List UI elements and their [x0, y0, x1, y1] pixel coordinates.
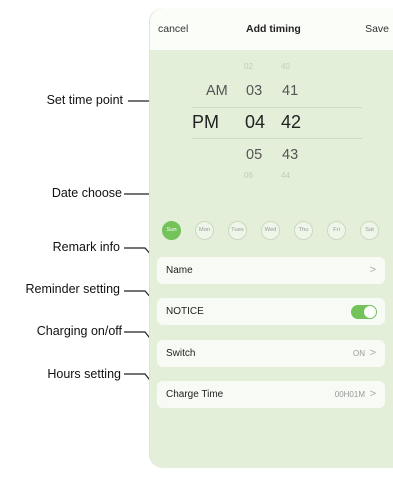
hour-option[interactable]: 06 [244, 171, 253, 180]
save-button[interactable]: Save [365, 23, 389, 35]
name-label: Name [166, 265, 193, 276]
minute-option[interactable]: 43 [282, 147, 298, 163]
hour-option[interactable]: 05 [246, 147, 262, 163]
minute-option[interactable]: 44 [281, 171, 290, 180]
notice-toggle[interactable] [351, 305, 377, 319]
day-sat[interactable]: Sat [360, 221, 379, 240]
charge-time-row[interactable]: Charge Time 00H01M > [157, 381, 385, 408]
switch-value: ON [353, 349, 365, 358]
day-wed[interactable]: Wed [261, 221, 280, 240]
minute-selected[interactable]: 42 [281, 112, 301, 133]
minute-option[interactable]: 40 [281, 62, 290, 71]
day-thu[interactable]: Thu [294, 221, 313, 240]
day-fri[interactable]: Fri [327, 221, 346, 240]
ampm-option-pm[interactable]: PM [192, 112, 219, 133]
day-mon[interactable]: Mon [195, 221, 214, 240]
hour-option[interactable]: 02 [244, 62, 253, 71]
charge-time-label: Charge Time [166, 389, 224, 400]
page-title: Add timing [246, 23, 301, 35]
annotation-hours-setting: Hours setting [47, 367, 121, 381]
ampm-option-am[interactable]: AM [206, 83, 228, 99]
hour-option[interactable]: 03 [246, 83, 262, 99]
switch-label: Switch [166, 348, 196, 359]
toggle-knob [364, 306, 376, 318]
charge-time-value: 00H01M [334, 390, 365, 399]
day-sun[interactable]: Sun [162, 221, 181, 240]
annotation-reminder-setting: Reminder setting [25, 282, 121, 296]
chevron-right-icon: > [369, 388, 376, 400]
weekday-selector: Sun Mon Tues Wed Thu Fri Sat [162, 221, 384, 241]
annotation-date-choose: Date choose [51, 186, 122, 200]
chevron-right-icon: > [369, 347, 376, 359]
annotation-set-time-point: Set time point [46, 93, 123, 107]
cancel-button[interactable]: cancel [158, 23, 188, 35]
phone-screen: cancel Add timing Save 02 40 AM 03 41 PM… [150, 8, 393, 468]
top-bar: cancel Add timing Save [150, 8, 393, 50]
hour-selected[interactable]: 04 [245, 112, 265, 133]
time-picker[interactable]: 02 40 AM 03 41 PM 04 42 05 43 06 44 [150, 62, 393, 186]
annotation-charging-onoff: Charging on/off [36, 324, 122, 338]
chevron-right-icon: > [369, 264, 376, 276]
selection-line-top [192, 107, 362, 108]
day-tues[interactable]: Tues [228, 221, 247, 240]
notice-row: NOTICE [157, 298, 385, 325]
annotation-remark-info: Remark info [52, 240, 120, 254]
minute-option[interactable]: 41 [282, 83, 298, 99]
switch-row[interactable]: Switch ON > [157, 340, 385, 367]
selection-line-bottom [192, 138, 362, 139]
name-row[interactable]: Name > [157, 257, 385, 284]
notice-label: NOTICE [166, 306, 204, 317]
